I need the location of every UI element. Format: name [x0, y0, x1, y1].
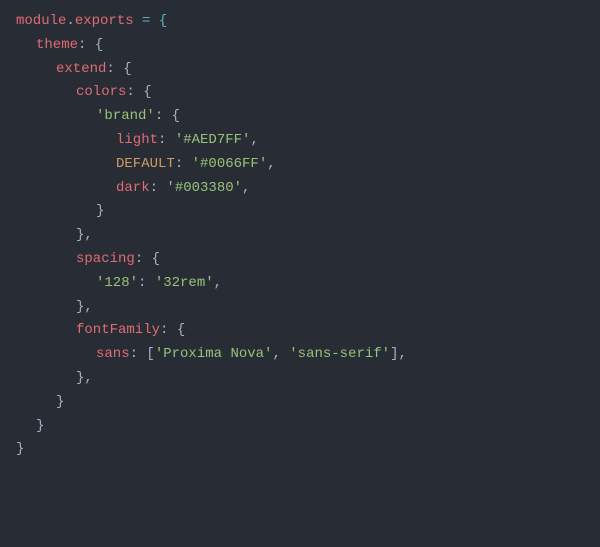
token-punct: : { — [155, 108, 180, 124]
code-line: DEFAULT: '#0066FF', — [16, 153, 584, 177]
token-punct: : — [138, 275, 155, 291]
token-comma: , — [214, 275, 222, 291]
token-brace: } — [96, 203, 104, 219]
token-punct: : — [158, 132, 175, 148]
token-module: module — [16, 13, 66, 29]
token-brace: }, — [76, 370, 93, 386]
code-line: }, — [16, 367, 584, 391]
code-line: colors: { — [16, 81, 584, 105]
token-key: fontFamily — [76, 322, 160, 338]
token-punct: : { — [106, 61, 131, 77]
code-line: } — [16, 415, 584, 439]
token-string-key: '128' — [96, 275, 138, 291]
token-string-key: 'brand' — [96, 108, 155, 124]
token-punct: ], — [390, 346, 407, 362]
code-line: '128': '32rem', — [16, 272, 584, 296]
code-line: }, — [16, 296, 584, 320]
token-brace: } — [16, 441, 24, 457]
code-line: spacing: { — [16, 248, 584, 272]
code-line: fontFamily: { — [16, 319, 584, 343]
code-line: module.exports = { — [16, 10, 584, 34]
token-string: 'sans-serif' — [289, 346, 390, 362]
token-dot: . — [66, 13, 74, 29]
token-punct: : { — [126, 84, 151, 100]
token-prop: light — [116, 132, 158, 148]
token-punct: : — [150, 180, 167, 196]
code-line: } — [16, 200, 584, 224]
token-comma: , — [250, 132, 258, 148]
token-string: '#AED7FF' — [175, 132, 251, 148]
code-line: }, — [16, 224, 584, 248]
code-line: extend: { — [16, 58, 584, 82]
token-punct: : { — [160, 322, 185, 338]
code-block: module.exports = {theme: {extend: {color… — [16, 10, 584, 462]
token-comma: , — [242, 180, 250, 196]
code-line: theme: { — [16, 34, 584, 58]
token-brace: } — [56, 394, 64, 410]
token-assign: = { — [134, 13, 168, 29]
code-line: } — [16, 438, 584, 462]
token-prop: DEFAULT — [116, 156, 175, 172]
token-punct: : { — [135, 251, 160, 267]
code-line: } — [16, 391, 584, 415]
code-line: sans: ['Proxima Nova', 'sans-serif'], — [16, 343, 584, 367]
token-key: theme — [36, 37, 78, 53]
token-string: '#003380' — [166, 180, 242, 196]
code-line: light: '#AED7FF', — [16, 129, 584, 153]
token-key: spacing — [76, 251, 135, 267]
token-exports: exports — [75, 13, 134, 29]
token-punct: : — [175, 156, 192, 172]
token-prop: sans — [96, 346, 130, 362]
token-punct: : [ — [130, 346, 155, 362]
token-punct: : { — [78, 37, 103, 53]
token-sep: , — [272, 346, 289, 362]
token-brace: } — [36, 418, 44, 434]
code-line: dark: '#003380', — [16, 177, 584, 201]
token-brace: }, — [76, 299, 93, 315]
token-comma: , — [267, 156, 275, 172]
token-prop: dark — [116, 180, 150, 196]
token-brace: }, — [76, 227, 93, 243]
token-key: colors — [76, 84, 126, 100]
token-string: 'Proxima Nova' — [155, 346, 273, 362]
token-key: extend — [56, 61, 106, 77]
token-string: '32rem' — [155, 275, 214, 291]
token-string: '#0066FF' — [192, 156, 268, 172]
code-line: 'brand': { — [16, 105, 584, 129]
